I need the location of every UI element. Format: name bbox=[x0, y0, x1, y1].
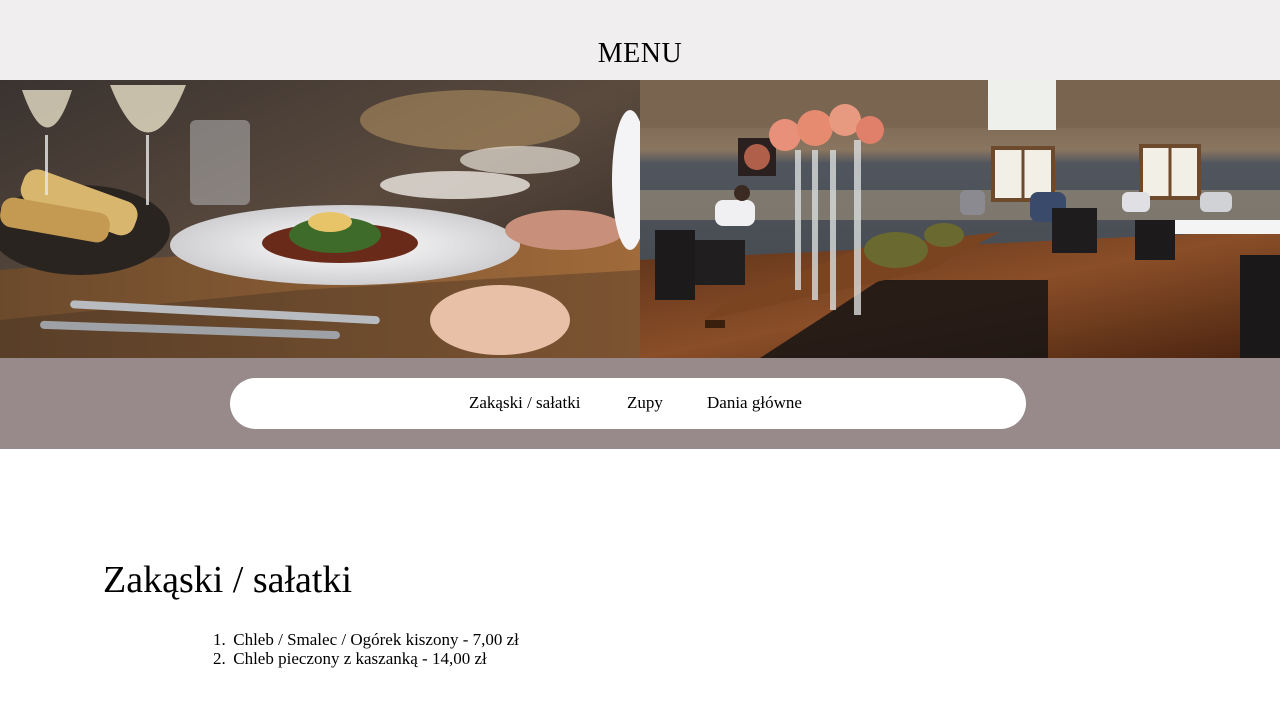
navigation-bar: Zakąski / sałatki Zupy Dania główne bbox=[0, 358, 1280, 449]
page-header: MENU bbox=[0, 0, 1280, 80]
nav-link-dania-glowne[interactable]: Dania główne bbox=[707, 393, 802, 413]
item-text: Chleb pieczony z kaszanką - 14,00 zł bbox=[233, 649, 487, 668]
menu-list: 1. Chleb / Smalec / Ogórek kiszony - 7,0… bbox=[213, 630, 519, 670]
page-title: MENU bbox=[597, 38, 683, 69]
item-number: 3. bbox=[213, 668, 229, 670]
list-item: 2. Chleb pieczony z kaszanką - 14,00 zł bbox=[213, 649, 519, 668]
section-heading: Zakąski / sałatki bbox=[103, 559, 353, 601]
interior-photo bbox=[640, 80, 1280, 358]
item-number: 1. bbox=[213, 630, 226, 649]
nav-link-zupy[interactable]: Zupy bbox=[627, 393, 663, 413]
list-item: 1. Chleb / Smalec / Ogórek kiszony - 7,0… bbox=[213, 630, 519, 649]
nav-pill: Zakąski / sałatki Zupy Dania główne bbox=[230, 378, 1026, 429]
nav-link-zakaski-salatki[interactable]: Zakąski / sałatki bbox=[469, 393, 580, 413]
hero-banner bbox=[0, 80, 1280, 358]
item-text: Chleb / Smalec / Ogórek kiszony - 7,00 z… bbox=[233, 630, 519, 649]
item-number: 2. bbox=[213, 649, 226, 668]
dish-photo bbox=[0, 80, 648, 358]
list-item: 3. bbox=[213, 668, 519, 670]
